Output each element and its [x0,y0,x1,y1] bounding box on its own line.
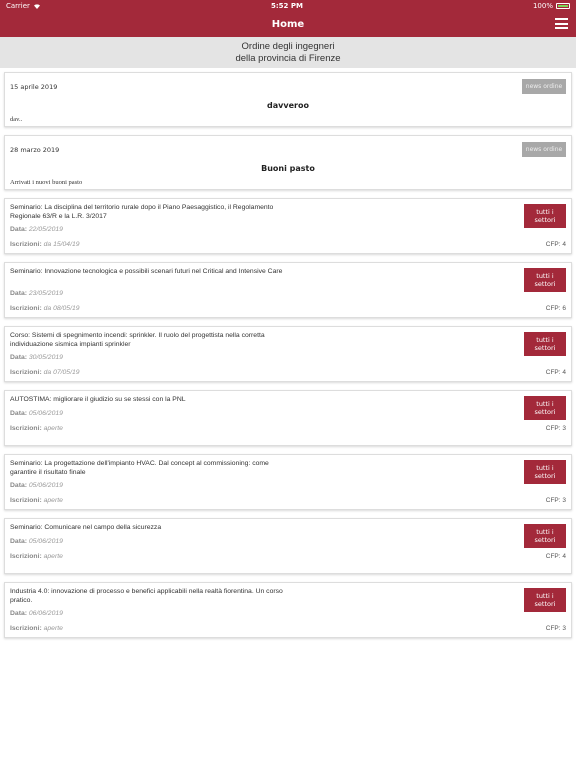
event-date-row: Data: 05/06/2019 [10,538,63,545]
event-card[interactable]: Seminario: La disciplina del territorio … [4,198,572,254]
event-registration-row: Iscrizioni: da 07/05/19 [10,369,80,376]
event-cfp: CFP: 6 [545,305,566,312]
org-name-line1: Ordine degli ingegneri [241,40,335,52]
sector-badge[interactable]: tutti i settori [524,204,566,228]
event-registration-row: Iscrizioni: aperte [10,553,63,560]
event-date: 05/06/2019 [28,538,63,545]
event-registration: aperte [43,625,63,632]
event-date-row: Data: 05/06/2019 [10,410,63,417]
event-cfp: CFP: 3 [545,425,566,432]
sector-badge[interactable]: tutti i settori [524,396,566,420]
event-title: Seminario: La disciplina del territorio … [10,204,274,220]
news-category-badge[interactable]: news ordine [522,79,566,94]
event-card[interactable]: Seminario: Comunicare nel campo della si… [4,518,572,574]
sector-badge[interactable]: tutti i settori [524,460,566,484]
hamburger-menu-icon[interactable] [555,17,568,30]
sector-badge[interactable]: tutti i settori [524,524,566,548]
event-date-row: Data: 23/05/2019 [10,290,63,297]
status-time: 5:52 PM [270,2,303,10]
event-cfp: CFP: 3 [545,625,566,632]
event-title: Seminario: Comunicare nel campo della si… [10,524,162,531]
event-date: 05/06/2019 [28,410,63,417]
news-date: 15 aprile 2019 [10,83,58,91]
organization-header: Ordine degli ingegneri della provincia d… [0,37,576,68]
nav-bar: Home [0,12,576,37]
sector-badge[interactable]: tutti i settori [524,588,566,612]
event-cfp: CFP: 3 [545,497,566,504]
event-registration-row: Iscrizioni: da 15/04/19 [10,241,80,248]
event-registration: aperte [43,425,63,432]
event-date: 30/05/2019 [28,354,63,361]
news-title: davveroo [267,101,309,110]
event-date-row: Data: 30/05/2019 [10,354,63,361]
event-cfp: CFP: 4 [545,241,566,248]
event-registration: aperte [43,497,63,504]
event-registration: aperte [43,553,63,560]
event-title: Seminario: Innovazione tecnologica e pos… [10,268,283,275]
news-category-badge[interactable]: news ordine [522,142,566,157]
event-card[interactable]: Corso: Sistemi di spegnimento incendi: s… [4,326,572,382]
page-title: Home [271,19,305,30]
news-title: Buoni pasto [261,164,315,173]
event-date: 05/06/2019 [28,482,63,489]
news-snippet: dav.. [10,116,23,123]
event-card[interactable]: Industria 4.0: innovazione di processo e… [4,582,572,638]
sector-badge[interactable]: tutti i settori [524,268,566,292]
event-date-row: Data: 22/05/2019 [10,226,63,233]
feed-list: 15 aprile 2019 news ordine davveroo dav.… [4,72,572,646]
event-date-row: Data: 05/06/2019 [10,482,63,489]
event-cfp: CFP: 4 [545,553,566,560]
event-registration-row: Iscrizioni: aperte [10,425,63,432]
news-card[interactable]: 15 aprile 2019 news ordine davveroo dav.… [4,72,572,127]
event-date: 06/06/2019 [28,610,63,617]
event-date: 22/05/2019 [28,226,63,233]
event-card[interactable]: Seminario: La progettazione dell'impiant… [4,454,572,510]
event-date: 23/05/2019 [28,290,63,297]
org-name-line2: della provincia di Firenze [235,52,341,64]
event-registration-row: Iscrizioni: aperte [10,497,63,504]
event-title: Corso: Sistemi di spegnimento incendi: s… [10,332,265,348]
event-registration-row: Iscrizioni: aperte [10,625,63,632]
wifi-icon [33,4,40,9]
event-registration: da 08/05/19 [43,305,80,312]
event-registration: da 07/05/19 [43,369,80,376]
event-title: AUTOSTIMA: migliorare il giudizio su se … [10,396,186,403]
battery-percent: 100% [532,2,553,10]
sector-badge[interactable]: tutti i settori [524,332,566,356]
event-title: Industria 4.0: innovazione di processo e… [10,588,283,604]
event-card[interactable]: AUTOSTIMA: migliorare il giudizio su se … [4,390,572,446]
event-date-row: Data: 06/06/2019 [10,610,63,617]
event-title: Seminario: La progettazione dell'impiant… [10,460,269,476]
news-card[interactable]: 28 marzo 2019 news ordine Buoni pasto Ar… [4,135,572,190]
news-snippet: Arrivati i nuovi buoni pasto [10,179,83,186]
event-registration-row: Iscrizioni: da 08/05/19 [10,305,80,312]
event-registration: da 15/04/19 [43,241,80,248]
news-date: 28 marzo 2019 [10,146,60,154]
carrier-label: Carrier [6,2,30,10]
event-cfp: CFP: 4 [545,369,566,376]
event-card[interactable]: Seminario: Innovazione tecnologica e pos… [4,262,572,318]
status-bar: Carrier 5:52 PM 100% [0,0,576,12]
battery-icon [555,3,570,9]
